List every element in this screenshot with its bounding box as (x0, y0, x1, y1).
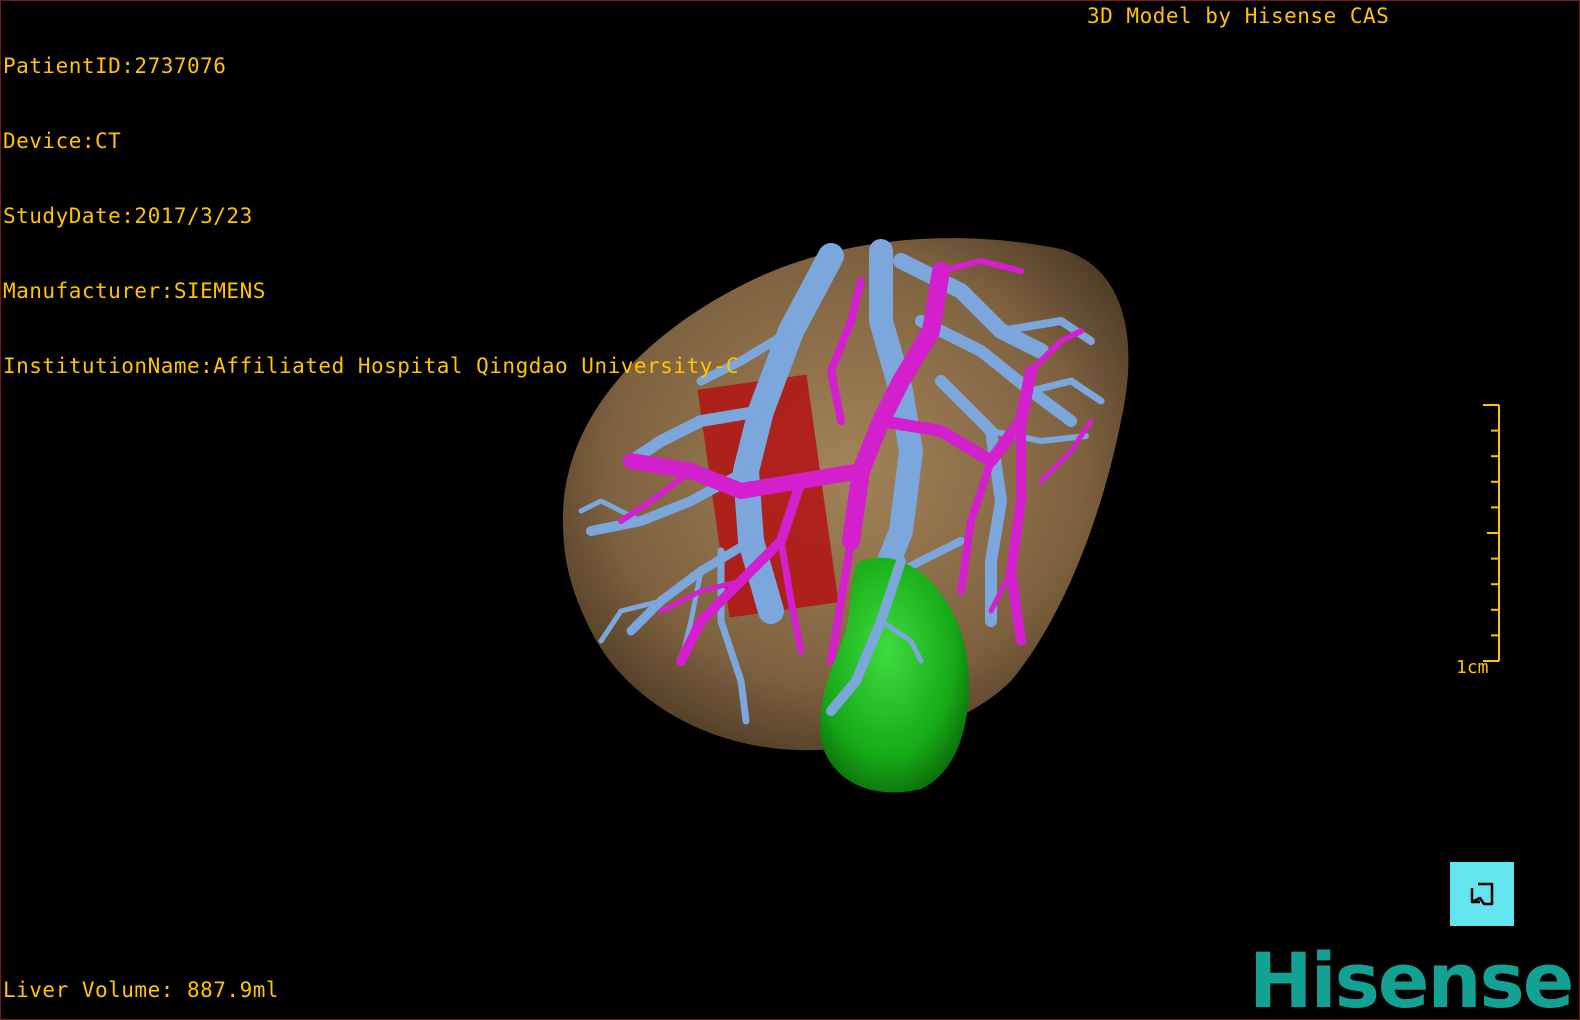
institution-text: InstitutionName:Affiliated Hospital Qing… (3, 354, 740, 378)
model-credit-text: 3D Model by Hisense CAS (1087, 4, 1390, 28)
scale-bar-label: 1cm (1456, 657, 1489, 678)
patient-id-text: PatientID:2737076 (3, 54, 227, 78)
3d-viewport[interactable]: PatientID:2737076 Device:CT StudyDate:20… (0, 0, 1580, 1020)
orientation-button[interactable] (1450, 862, 1514, 926)
dicom-info-block: PatientID:2737076 Device:CT StudyDate:20… (3, 4, 739, 429)
device-text: Device:CT (3, 129, 122, 153)
manufacturer-text: Manufacturer:SIEMENS (3, 279, 266, 303)
study-date-text: StudyDate:2017/3/23 (3, 204, 253, 228)
scale-bar (1483, 404, 1500, 662)
hisense-logo: Hisense (1249, 936, 1574, 1020)
orientation-cube-icon (1470, 882, 1494, 906)
liver-volume-text: Liver Volume: 887.9ml (3, 978, 280, 1002)
